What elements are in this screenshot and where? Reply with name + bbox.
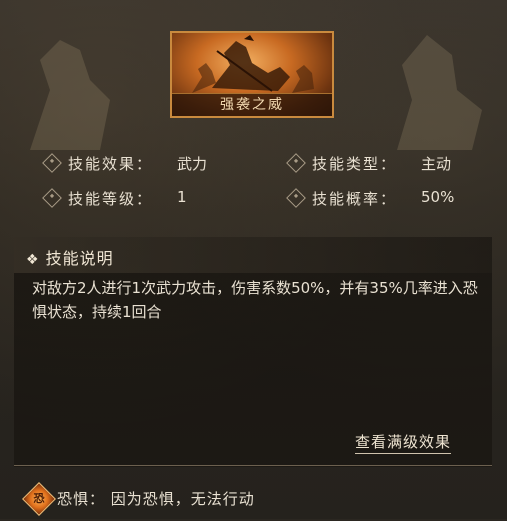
divider: [14, 465, 492, 466]
skill-chance-value: 50%: [421, 188, 455, 206]
panel-header: ❖ 技能说明: [14, 237, 492, 273]
diamond-bullet-icon: [286, 153, 306, 173]
skill-level-value: 1: [177, 188, 187, 206]
skill-description-text: 对敌方2人进行1次武力攻击，伤害系数50%，并有35%几率进入恐惧状态，持续1回…: [32, 279, 478, 321]
skill-chance-label: 技能概率：: [312, 190, 398, 208]
skill-name: 强袭之威: [172, 93, 332, 116]
info-skill-level: 技能等级： 1: [42, 188, 187, 209]
diamond-bullet-icon: [42, 188, 62, 208]
diamond-bullet-icon: [42, 153, 62, 173]
panel-title: ❖ 技能说明: [26, 245, 114, 269]
skill-art-cavalry-charge: [192, 35, 314, 93]
info-skill-type: 技能类型： 主动: [286, 153, 451, 174]
skill-level-label: 技能等级：: [68, 190, 154, 208]
four-diamond-icon: ❖: [26, 252, 40, 268]
skill-description-panel: ❖ 技能说明 对敌方2人进行1次武力攻击，伤害系数50%，并有35%几率进入恐惧状…: [14, 237, 492, 467]
panel-title-text: 技能说明: [45, 249, 114, 268]
info-skill-effect: 技能效果： 武力: [42, 153, 207, 174]
status-effect-text: 恐惧： 因为恐惧，无法行动: [57, 490, 255, 508]
skill-effect-value: 武力: [177, 155, 208, 173]
view-full-level-effect-link[interactable]: 查看满级效果: [355, 431, 452, 454]
diamond-bullet-icon: [286, 188, 306, 208]
fear-status-icon-glyph: 恐: [33, 492, 45, 505]
skill-type-label: 技能类型：: [312, 155, 398, 173]
background-warrior-right-art: [397, 35, 482, 150]
skill-card: 强袭之威: [170, 31, 334, 118]
background-warrior-left-art: [30, 40, 110, 150]
info-skill-chance: 技能概率： 50%: [286, 188, 454, 209]
skill-effect-label: 技能效果：: [68, 155, 154, 173]
skill-type-value: 主动: [421, 155, 452, 173]
